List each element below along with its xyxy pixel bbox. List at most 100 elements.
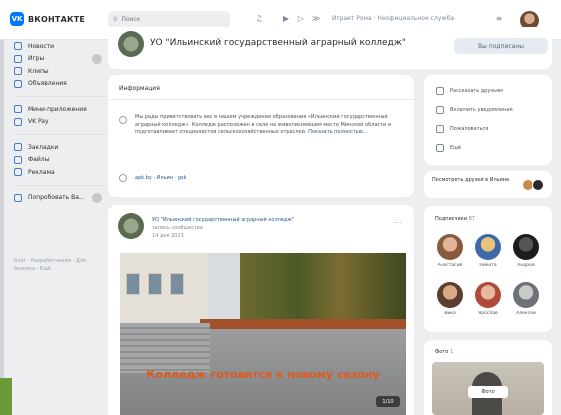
sidebar-divider: [14, 134, 106, 135]
post-card: УО "Ильинский государственный аграрный к…: [108, 205, 414, 415]
photos-card: Фото 1 Фото: [424, 340, 552, 415]
sidebar-item-mini-apps[interactable]: Мини-приложения: [14, 103, 106, 116]
next-icon[interactable]: ≫: [311, 14, 321, 24]
group-avatar[interactable]: [118, 31, 144, 57]
post-author-avatar[interactable]: [118, 213, 144, 239]
sidebar-item-ads[interactable]: Объявления: [14, 78, 106, 91]
member-avatar: [513, 282, 539, 308]
sidebar-item-vk-pay[interactable]: VK Pay: [14, 116, 106, 129]
member-item[interactable]: Ярослав: [472, 282, 504, 316]
member-name: Алексей: [516, 311, 536, 316]
sidebar-footer-links[interactable]: Блог · Разработчикам · Для бизнеса · Ещё: [14, 257, 104, 273]
member-avatar: [475, 234, 501, 260]
play-icon[interactable]: ▷: [296, 14, 306, 24]
file-icon: [14, 155, 22, 164]
post-photo[interactable]: Колледж готовится к новому сезону 1/10: [120, 253, 406, 415]
post-date[interactable]: 14 дек 2023: [152, 233, 184, 239]
friends-text: Посмотреть друзей в Ильине: [432, 177, 510, 183]
sidebar-item-label: Объявления: [28, 80, 67, 88]
info-title: Информация: [119, 85, 160, 92]
megaphone-icon: [14, 168, 22, 177]
photo-thumbnail[interactable]: Фото: [432, 362, 544, 415]
bell-icon[interactable]: ♫: [254, 14, 264, 24]
settings-badge-icon[interactable]: [92, 53, 102, 64]
show-more-link[interactable]: Показать полностью…: [308, 129, 368, 135]
sidebar-item-label: Файлы: [28, 156, 50, 164]
sidebar-item-try[interactable]: Попробовать Ва...: [14, 192, 106, 205]
members-card: Подписчики 87 Анастасия Никита Андрей Ви…: [424, 206, 552, 332]
sidebar-item-label: Клипы: [28, 67, 49, 75]
photo-trees: [240, 253, 406, 323]
group-title: УО "Ильинский государственный аграрный к…: [150, 38, 406, 48]
photo-hedge: [200, 319, 406, 329]
member-item[interactable]: Алексей: [510, 282, 542, 316]
sidebar-item-news[interactable]: Новости: [14, 40, 106, 53]
search-input[interactable]: [121, 16, 222, 23]
member-item[interactable]: Андрей: [510, 234, 542, 268]
sidebar-item-advertising[interactable]: Реклама: [14, 166, 106, 179]
members-title[interactable]: Подписчики 87: [435, 216, 475, 222]
action-report[interactable]: Пожаловаться: [436, 125, 488, 133]
subscribed-button[interactable]: Вы подписаны: [454, 38, 548, 54]
photos-count: 1: [449, 349, 454, 355]
clips-icon: [14, 67, 22, 76]
action-notifications[interactable]: Включить уведомления: [436, 106, 513, 114]
member-name: Ярослав: [478, 311, 498, 316]
settings-badge-icon[interactable]: [92, 192, 102, 203]
left-sidebar: Новости Игры Клипы Объявления Мини-прило…: [14, 40, 106, 204]
link-icon: [119, 174, 127, 182]
sidebar-item-games[interactable]: Игры: [14, 53, 106, 66]
sidebar-item-clips[interactable]: Клипы: [14, 65, 106, 78]
info-description: Мы рады приветствовать вас в нашем учреж…: [135, 114, 405, 137]
bell-icon: [436, 106, 444, 114]
sidebar-item-bookmarks[interactable]: Закладки: [14, 141, 106, 154]
more-options-icon[interactable]: ⋯: [394, 218, 402, 227]
share-icon: [436, 87, 444, 95]
actions-card: Рассказать друзьям Включить уведомления …: [424, 75, 552, 165]
photo-steps: [120, 323, 210, 373]
menu-icon[interactable]: ≡: [494, 14, 504, 24]
member-name: Андрей: [517, 263, 535, 268]
website-link[interactable]: apk.by · Ильин · gsk: [135, 175, 186, 181]
now-playing-text[interactable]: Играет Рома · Неофициальное служба: [332, 15, 480, 22]
ads-icon: [14, 79, 22, 88]
action-label: Рассказать друзьям: [450, 88, 503, 94]
member-item[interactable]: Анастасия: [434, 234, 466, 268]
friend-avatar: [532, 179, 544, 191]
action-more[interactable]: Ещё: [436, 144, 461, 152]
sidebar-item-label: Попробовать Ва...: [28, 194, 85, 202]
music-icon[interactable]: ▶: [281, 14, 291, 24]
info-card: Информация Мы рады приветствовать вас в …: [108, 75, 414, 197]
vk-logo[interactable]: VK ВКОНТАКТЕ: [10, 12, 85, 26]
building-window: [148, 273, 162, 295]
sidebar-item-label: Мини-приложения: [28, 105, 87, 113]
post-role: запись сообщества: [152, 225, 203, 231]
photos-title-text: Фото: [435, 349, 449, 355]
vk-logo-text: ВКОНТАКТЕ: [28, 14, 86, 24]
action-label: Ещё: [450, 145, 461, 151]
sidebar-divider: [14, 184, 106, 186]
action-label: Пожаловаться: [450, 126, 489, 132]
sidebar-divider: [14, 96, 106, 97]
news-icon: [14, 42, 22, 51]
more-icon: [436, 144, 444, 152]
sidebar-item-label: Новости: [28, 42, 55, 50]
photos-title[interactable]: Фото 1: [435, 349, 453, 355]
star-icon: [14, 193, 22, 202]
member-name: Вика: [444, 311, 456, 316]
vk-logo-mark: VK: [10, 12, 24, 26]
photo-label-button[interactable]: Фото: [468, 386, 508, 398]
info-icon: [119, 116, 127, 124]
member-item[interactable]: Никита: [472, 234, 504, 268]
info-divider: [108, 99, 414, 100]
action-share[interactable]: Рассказать друзьям: [436, 87, 503, 95]
search-box[interactable]: ⚲: [108, 11, 230, 28]
games-icon: [14, 54, 22, 63]
search-icon: ⚲: [113, 16, 118, 23]
sidebar-item-label: Закладки: [28, 143, 59, 151]
member-item[interactable]: Вика: [434, 282, 466, 316]
members-count: 87: [468, 216, 475, 222]
friends-card[interactable]: Посмотреть друзей в Ильине: [424, 171, 552, 198]
post-author-link[interactable]: УО "Ильинский государственный аграрный к…: [152, 217, 362, 223]
sidebar-item-files[interactable]: Файлы: [14, 154, 106, 167]
